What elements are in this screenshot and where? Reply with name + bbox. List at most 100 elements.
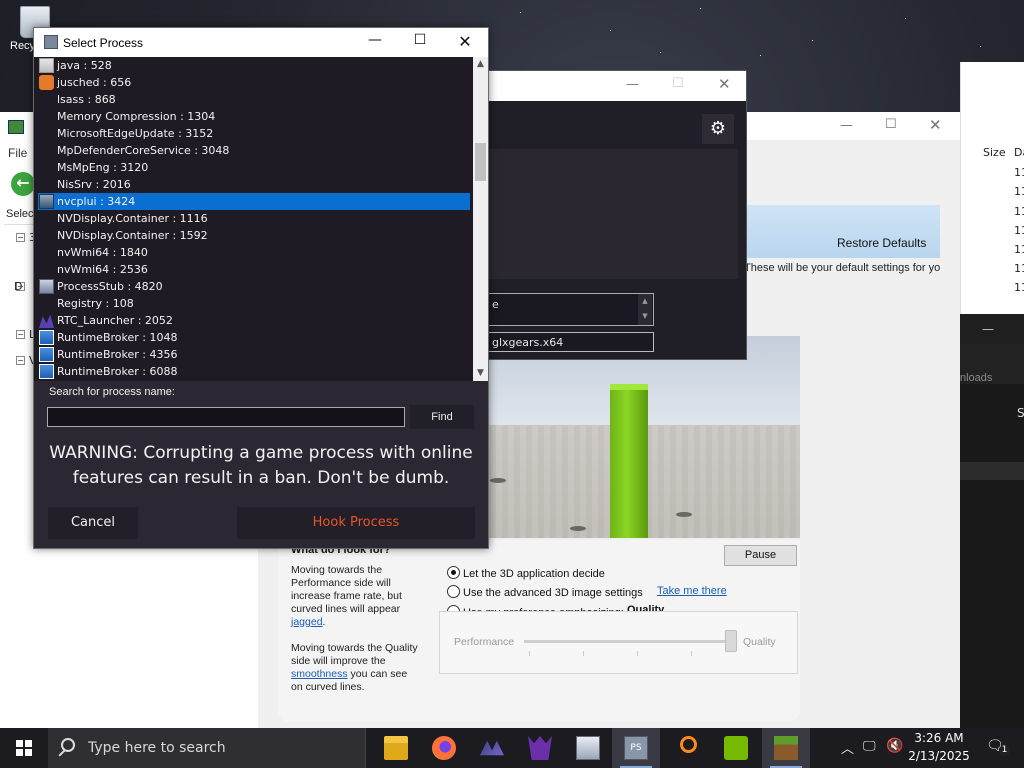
volume-muted-icon[interactable]: 🔇	[886, 738, 903, 754]
process-item[interactable]: NVDisplay.Container : 1592	[38, 227, 470, 244]
slider-tick	[529, 651, 530, 656]
windows-logo-icon	[16, 740, 23, 747]
magnifier-app-icon	[680, 736, 697, 753]
process-item[interactable]: Memory Compression : 1304	[38, 108, 470, 125]
process-item[interactable]: MicrosoftEdgeUpdate : 3152	[38, 125, 470, 142]
list-cell: 11	[1014, 205, 1024, 218]
process-field[interactable]: e	[488, 293, 654, 326]
dialog-titlebar: Select Process — ☐ ✕	[34, 28, 488, 57]
process-item[interactable]: MpDefenderCoreService : 3048	[38, 142, 470, 159]
tree-expand-icon[interactable]: −	[16, 233, 25, 242]
taskbar: Type here to search PS ︿ 🖵 🔇 🗨 1 3:26 AM…	[0, 728, 1024, 768]
minimize-icon[interactable]: —	[626, 77, 639, 92]
rtc-launcher-icon	[39, 314, 54, 328]
start-button[interactable]	[0, 728, 48, 768]
tool-window-titlebar: — ☐ ✕	[488, 71, 746, 101]
minimize-icon[interactable]: —	[982, 322, 994, 336]
quality-slider-track[interactable]	[524, 640, 736, 643]
clock-time[interactable]: 3:26 AM	[904, 731, 974, 745]
tree-expand-icon[interactable]: −	[16, 330, 25, 339]
selected-row[interactable]	[960, 462, 1024, 480]
gear-icon[interactable]: ⚙	[702, 114, 734, 144]
default-settings-text: These will be your default settings for …	[744, 262, 940, 274]
process-item[interactable]: nvWmi64 : 2536	[38, 261, 470, 278]
network-icon[interactable]: 🖵	[863, 739, 876, 754]
firefox-button[interactable]	[420, 728, 468, 768]
process-list[interactable]: java : 528 jusched : 656 lsass : 868 Memory…	[35, 57, 473, 381]
process-item[interactable]: RuntimeBroker : 6088	[38, 363, 470, 380]
radio-icon[interactable]	[447, 585, 460, 598]
target-process-field[interactable]: glxgears.x64	[488, 332, 654, 352]
process-item[interactable]: MsMpEng : 3120	[38, 159, 470, 176]
maximize-icon[interactable]: ☐	[672, 76, 684, 91]
process-item[interactable]: ProcessStub : 4820	[38, 278, 470, 295]
process-item[interactable]: Registry : 108	[38, 295, 470, 312]
chevron-up-icon[interactable]: ︿	[841, 738, 854, 757]
help-text-performance: Moving towards the Performance side will…	[291, 564, 421, 629]
process-label: nvcplui : 3424	[57, 195, 136, 208]
java-updater-icon	[39, 75, 54, 90]
close-icon[interactable]: ✕	[718, 75, 731, 93]
process-item[interactable]: RuntimeBroker : 1048	[38, 329, 470, 346]
close-icon[interactable]: ✕	[929, 116, 942, 134]
app-button-triangle[interactable]	[468, 728, 516, 768]
process-label: lsass : 868	[57, 93, 116, 106]
restore-defaults-link[interactable]: Restore Defaults	[837, 236, 926, 250]
column-size[interactable]: Size	[983, 146, 1006, 159]
process-item[interactable]: nvcplui : 3424	[38, 193, 470, 210]
warning-text: WARNING: Corrupting a game process with …	[49, 443, 473, 488]
close-icon[interactable]: ✕	[450, 32, 480, 51]
process-item[interactable]: jusched : 656	[38, 74, 470, 91]
process-item[interactable]: nvWmi64 : 1840	[38, 244, 470, 261]
pause-button[interactable]: Pause	[724, 545, 797, 566]
search-app-button[interactable]	[664, 728, 712, 768]
back-button[interactable]: ←	[11, 172, 35, 196]
file-explorer-button[interactable]	[372, 728, 420, 768]
menu-file[interactable]: File	[8, 146, 27, 160]
radio-advanced-settings[interactable]: Use the advanced 3D image settings	[447, 585, 643, 600]
minimize-icon[interactable]: —	[360, 32, 390, 48]
mountain-app-icon	[480, 740, 504, 756]
process-list-scrollbar[interactable]: ▲ ▼	[473, 57, 488, 381]
minimize-icon[interactable]: —	[840, 118, 853, 133]
process-item[interactable]: NisSrv : 2016	[38, 176, 470, 193]
quality-slider-thumb[interactable]	[725, 630, 737, 652]
nvidia-panel-icon	[39, 194, 54, 209]
scroll-up-icon[interactable]: ▲	[473, 57, 488, 72]
process-tool-button[interactable]: PS	[612, 728, 660, 768]
radio-selected-icon[interactable]	[447, 566, 460, 579]
hook-process-button[interactable]: Hook Process	[237, 507, 475, 539]
cancel-button[interactable]: Cancel	[48, 507, 138, 539]
maximize-icon[interactable]: ☐	[405, 32, 435, 48]
minecraft-button[interactable]	[762, 728, 810, 768]
scroll-down-icon[interactable]: ▼	[473, 366, 488, 381]
clock-date[interactable]: 2/13/2025	[904, 749, 974, 763]
star	[760, 55, 761, 56]
scrollbar-thumb[interactable]	[475, 143, 486, 181]
taskbar-search[interactable]: Type here to search	[48, 728, 366, 768]
maximize-icon[interactable]: ☐	[885, 117, 897, 132]
search-input[interactable]	[47, 407, 405, 427]
tree-expand-icon[interactable]: −	[16, 356, 25, 365]
spinner-arrows-icon[interactable]: ▲ ▼	[638, 294, 652, 325]
grass-block-icon	[774, 736, 798, 760]
process-item[interactable]: java : 528	[38, 57, 470, 74]
tool-panel	[488, 149, 738, 279]
process-label: RuntimeBroker : 6088	[57, 365, 178, 378]
star	[520, 12, 521, 13]
radio-let-app-decide[interactable]: Let the 3D application decide	[447, 566, 605, 581]
process-item[interactable]: lsass : 868	[38, 91, 470, 108]
find-button[interactable]: Find	[410, 405, 474, 429]
process-item[interactable]: RuntimeBroker : 4356	[38, 346, 470, 363]
partial-column: S	[1017, 406, 1024, 420]
jagged-link[interactable]: jagged	[291, 616, 323, 628]
process-item[interactable]: NVDisplay.Container : 1116	[38, 210, 470, 227]
column-date[interactable]: Da	[1014, 146, 1024, 159]
app-button-demon[interactable]	[516, 728, 564, 768]
take-me-there-link[interactable]: Take me there	[657, 585, 727, 597]
nvidia-button[interactable]	[712, 728, 760, 768]
select-label: Select	[6, 208, 37, 220]
app-button-image[interactable]	[564, 728, 612, 768]
process-item[interactable]: RTC_Launcher : 2052	[38, 312, 470, 329]
smoothness-link[interactable]: smoothness	[291, 668, 348, 680]
